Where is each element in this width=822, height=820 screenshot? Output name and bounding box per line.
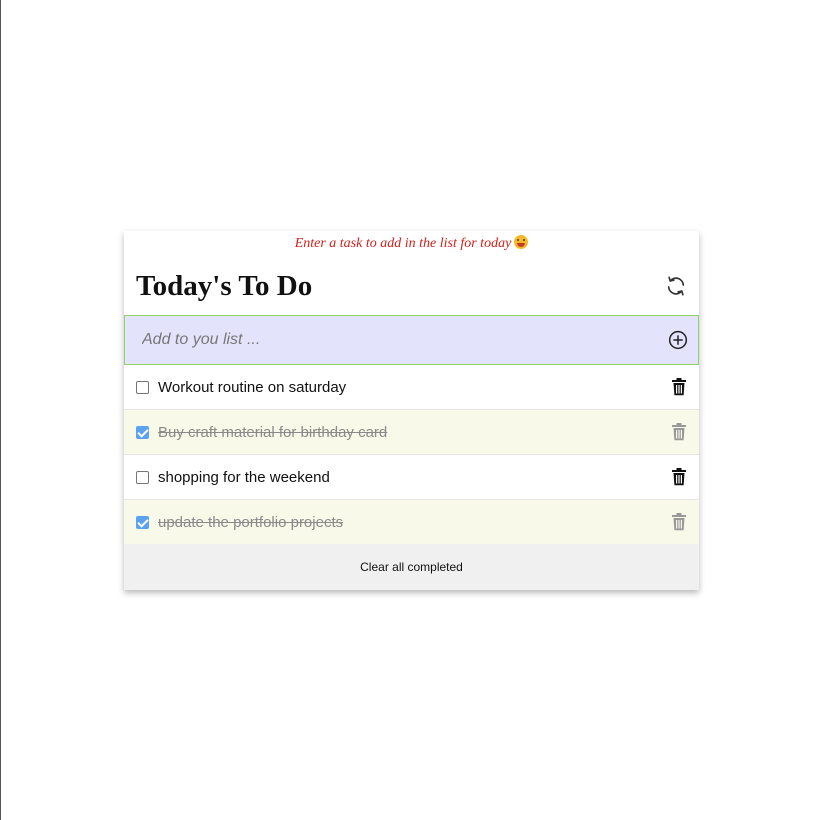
refresh-icon[interactable] bbox=[665, 275, 687, 297]
grinning-face-emoji-icon bbox=[514, 235, 529, 249]
task-item: shopping for the weekend bbox=[124, 454, 699, 499]
add-task-row bbox=[124, 315, 699, 365]
task-label: Buy craft material for birthday card bbox=[158, 423, 388, 441]
footer: Clear all completed bbox=[124, 544, 699, 590]
trash-icon[interactable] bbox=[671, 513, 687, 531]
task-label: update the portfolio projects bbox=[158, 513, 344, 531]
task-checkbox-checked[interactable] bbox=[136, 425, 149, 439]
todo-card: Enter a task to add in the list for toda… bbox=[124, 231, 699, 590]
add-task-input[interactable] bbox=[140, 330, 668, 350]
task-item-completed: update the portfolio projects bbox=[124, 499, 699, 544]
task-checkbox-checked[interactable] bbox=[136, 515, 149, 529]
clear-completed-button[interactable]: Clear all completed bbox=[360, 560, 463, 574]
task-item: Workout routine on saturday bbox=[124, 365, 699, 409]
page-edge bbox=[0, 0, 1, 820]
hint-text: Enter a task to add in the list for toda… bbox=[294, 236, 512, 251]
task-checkbox[interactable] bbox=[136, 380, 149, 394]
header: Today's To Do bbox=[124, 257, 699, 315]
page-title: Today's To Do bbox=[136, 269, 313, 302]
trash-icon[interactable] bbox=[671, 423, 687, 441]
task-item-completed: Buy craft material for birthday card bbox=[124, 409, 699, 454]
task-checkbox[interactable] bbox=[136, 470, 149, 484]
add-circle-icon[interactable] bbox=[668, 330, 688, 350]
task-label: Workout routine on saturday bbox=[158, 378, 347, 396]
trash-icon[interactable] bbox=[671, 378, 687, 396]
trash-icon[interactable] bbox=[671, 468, 687, 486]
task-label: shopping for the weekend bbox=[158, 468, 330, 486]
hint-banner: Enter a task to add in the list for toda… bbox=[124, 231, 699, 257]
task-list: Workout routine on saturday Buy craft ma… bbox=[124, 365, 699, 544]
